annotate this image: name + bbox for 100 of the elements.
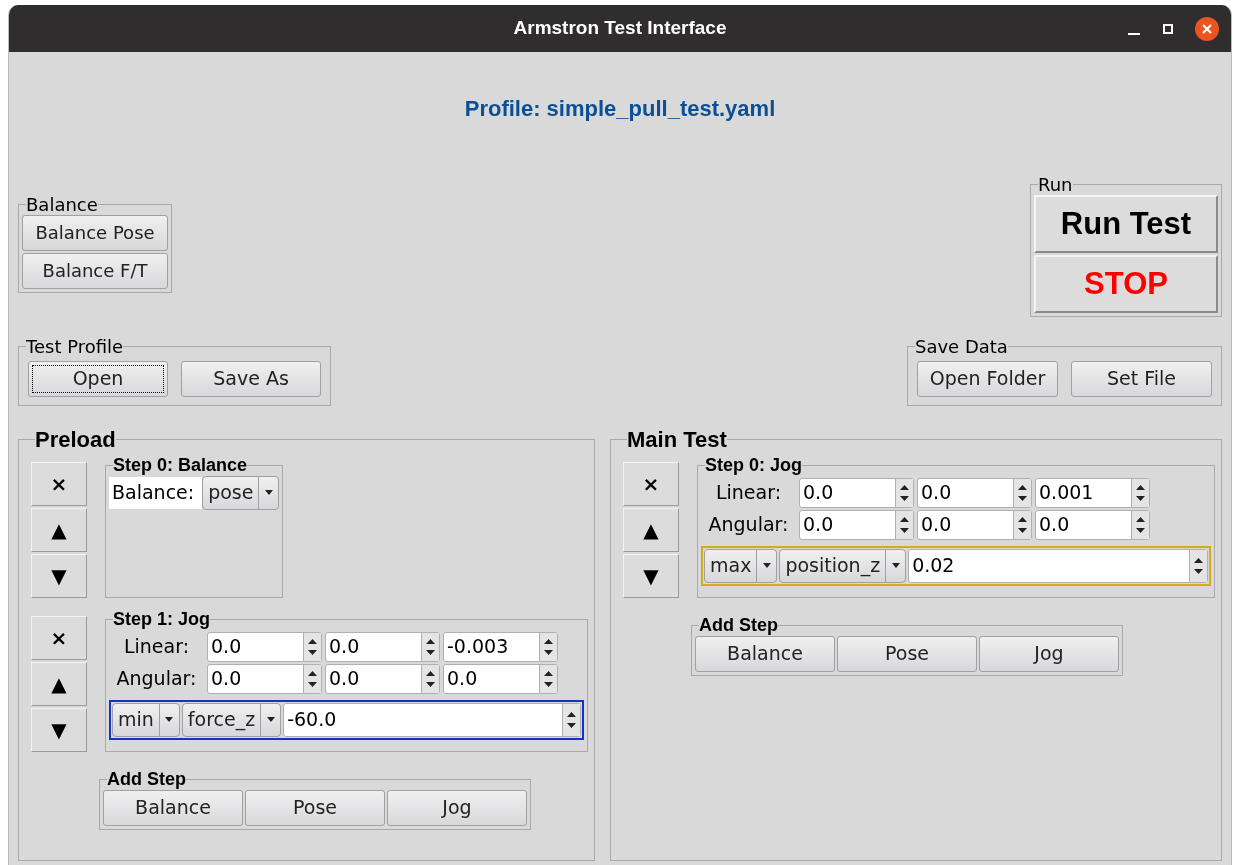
spinbox-value: 0.0 — [802, 512, 835, 538]
group-label: Step 0: Jog — [705, 455, 802, 476]
spinbox-value: 0.0 — [328, 634, 361, 660]
spinbox[interactable]: 0.0 — [917, 477, 1032, 508]
close-icon[interactable] — [1195, 16, 1219, 41]
caret-icon — [891, 563, 900, 569]
group-label: Save Data — [915, 336, 1008, 357]
move-up-button[interactable]: ▲ — [623, 507, 679, 552]
profile-label: Profile: simple_pull_test.yaml — [464, 95, 776, 123]
run-test-button[interactable]: Run Test — [1034, 194, 1218, 253]
add-balance-button[interactable]: Balance — [695, 635, 835, 672]
spin-arrows-icon[interactable] — [308, 637, 317, 656]
spinbox[interactable]: 0.0 — [443, 663, 558, 694]
spinbox[interactable]: 0.02 — [908, 548, 1208, 583]
dropdown[interactable]: position_z — [779, 548, 907, 583]
balance-button[interactable]: Balance F/T — [22, 252, 168, 289]
add-jog-button[interactable]: Jog — [387, 789, 527, 826]
balance-button[interactable]: Balance Pose — [22, 214, 168, 251]
dropdown[interactable]: max — [704, 548, 778, 583]
dropdown-value: max — [709, 553, 753, 579]
spinbox[interactable]: 0.001 — [1035, 477, 1150, 508]
dropdown[interactable]: pose — [202, 475, 280, 510]
spinbox-value: 0.0 — [210, 666, 243, 692]
dropdown[interactable]: min — [112, 702, 180, 737]
spin-arrows-icon[interactable] — [900, 483, 909, 502]
field-label: Angular: — [115, 666, 198, 692]
delete-step-button[interactable]: × — [623, 461, 679, 506]
spinbox[interactable]: 0.0 — [917, 509, 1032, 540]
spinbox[interactable]: 0.0 — [207, 663, 322, 694]
spin-arrows-icon[interactable] — [426, 669, 435, 688]
open-button[interactable]: Open — [28, 360, 168, 397]
spin-arrows-icon[interactable] — [1018, 515, 1027, 534]
add-jog-button[interactable]: Jog — [979, 635, 1119, 672]
spinbox[interactable]: -0.003 — [443, 631, 558, 662]
spinbox-value: 0.0 — [920, 512, 953, 538]
caret-icon — [266, 717, 275, 723]
spinbox-value: 0.0 — [802, 480, 835, 506]
add-pose-button[interactable]: Pose — [245, 789, 385, 826]
move-down-button[interactable]: ▼ — [31, 553, 87, 598]
spinbox[interactable]: -60.0 — [283, 702, 581, 737]
spinbox-value: 0.0 — [328, 666, 361, 692]
spin-arrows-icon[interactable] — [567, 710, 576, 729]
spinbox-value: 0.0 — [446, 666, 479, 692]
spinbox-value: -60.0 — [286, 707, 338, 733]
spin-arrows-icon[interactable] — [544, 637, 553, 656]
spinbox-value: 0.0 — [1038, 512, 1071, 538]
spinbox[interactable]: 0.0 — [325, 663, 440, 694]
dropdown-value: pose — [207, 480, 255, 506]
group-label: Add Step — [107, 769, 186, 790]
spinbox[interactable]: 0.0 — [799, 509, 914, 540]
spin-arrows-icon[interactable] — [1136, 483, 1145, 502]
spin-arrows-icon[interactable] — [1194, 556, 1203, 575]
spinbox[interactable]: 0.0 — [799, 477, 914, 508]
move-down-button[interactable]: ▼ — [31, 707, 87, 752]
maximize-icon[interactable] — [1161, 21, 1175, 36]
spin-arrows-icon[interactable] — [544, 669, 553, 688]
group-label: Step 1: Jog — [113, 609, 210, 630]
group-label: Main Test — [627, 427, 727, 452]
group-label: Balance — [26, 195, 98, 215]
spin-arrows-icon[interactable] — [1018, 483, 1027, 502]
dropdown-value: position_z — [784, 553, 882, 579]
spin-arrows-icon[interactable] — [900, 515, 909, 534]
group-label: Test Profile — [26, 336, 124, 357]
dropdown-value: force_z — [186, 707, 257, 733]
field-label: Balance: — [109, 476, 203, 509]
field-label: Angular: — [707, 512, 790, 538]
set-file-button[interactable]: Set File — [1071, 360, 1212, 397]
save-as-button[interactable]: Save As — [181, 360, 321, 397]
group-label: Run — [1038, 175, 1073, 195]
caret-icon — [165, 717, 174, 723]
group-label: Preload — [35, 427, 116, 452]
caret-icon — [762, 563, 771, 569]
spinbox-value: 0.02 — [911, 553, 956, 579]
spinbox[interactable]: 0.0 — [1035, 509, 1150, 540]
spin-arrows-icon[interactable] — [308, 669, 317, 688]
move-down-button[interactable]: ▼ — [623, 553, 679, 598]
delete-step-button[interactable]: × — [31, 615, 87, 660]
spinbox[interactable]: 0.0 — [325, 631, 440, 662]
spinbox[interactable]: 0.0 — [207, 631, 322, 662]
spin-arrows-icon[interactable] — [426, 637, 435, 656]
dropdown[interactable]: force_z — [181, 702, 282, 737]
open-folder-button[interactable]: Open Folder — [917, 360, 1058, 397]
condition-row[interactable]: min force_z -60.0 — [109, 699, 584, 740]
group-label: Step 0: Balance — [113, 455, 248, 476]
move-up-button[interactable]: ▲ — [31, 661, 87, 706]
condition-row[interactable]: max position_z 0.02 — [701, 545, 1211, 586]
spin-arrows-icon[interactable] — [1136, 515, 1145, 534]
caret-icon — [264, 490, 273, 496]
spinbox-value: 0.0 — [210, 634, 243, 660]
spinbox-value: 0.0 — [920, 480, 953, 506]
add-balance-button[interactable]: Balance — [103, 789, 243, 826]
field-label: Linear: — [714, 480, 783, 506]
delete-step-button[interactable]: × — [31, 461, 87, 506]
field-label: Linear: — [122, 634, 191, 660]
group-label: Add Step — [699, 615, 778, 636]
spinbox-value: 0.001 — [1038, 480, 1095, 506]
add-pose-button[interactable]: Pose — [837, 635, 977, 672]
dropdown-value: min — [117, 707, 155, 733]
move-up-button[interactable]: ▲ — [31, 507, 87, 552]
spinbox-value: -0.003 — [446, 634, 510, 660]
